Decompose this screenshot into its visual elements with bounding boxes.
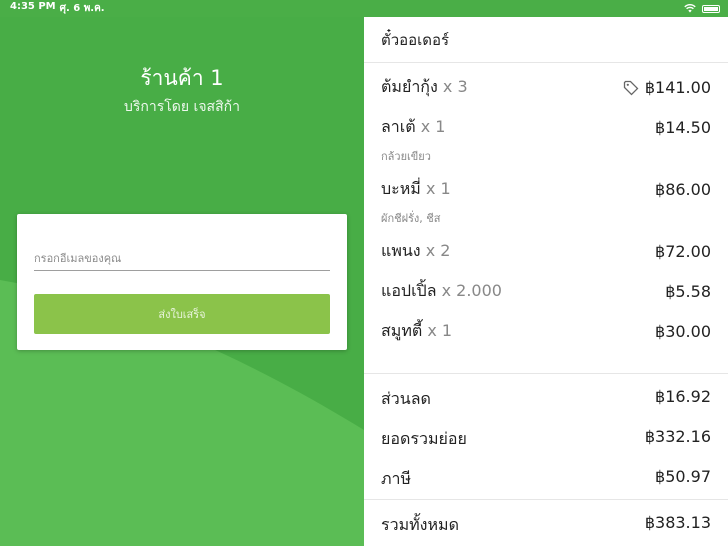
total-value: ฿383.13 — [644, 513, 711, 532]
store-subtitle: บริการโดย เจสสิก้า — [124, 99, 240, 115]
ticket-title: ตั๋วออเดอร์ — [364, 17, 728, 63]
order-item: แอปเปิ้ล x 2.000 ฿5.58 — [381, 279, 711, 304]
battery-icon — [702, 4, 720, 13]
item-price: ฿5.58 — [665, 282, 711, 301]
item-note: กล้วยเขียว — [381, 150, 431, 163]
item-qty: x 2 — [425, 241, 451, 260]
tax-label: ภาษี — [381, 469, 412, 488]
item-price: ฿86.00 — [655, 180, 711, 199]
send-receipt-button[interactable]: ส่งใบเสร็จ — [34, 294, 330, 334]
item-price: ฿72.00 — [655, 242, 711, 261]
item-price: ฿30.00 — [655, 322, 711, 341]
subtotal-value: ฿332.16 — [644, 427, 711, 446]
order-ticket-panel: ตั๋วออเดอร์ ต้มยำกุ้ง x 3 ฿141.00 ลาเต้ … — [364, 17, 728, 546]
discount-value: ฿16.92 — [655, 387, 711, 406]
item-qty: x 3 — [442, 77, 468, 96]
discount-label: ส่วนลด — [381, 389, 431, 408]
total-row: รวมทั้งหมด ฿383.13 — [381, 513, 711, 538]
tax-value: ฿50.97 — [655, 467, 711, 486]
receipt-card: ส่งใบเสร็จ — [17, 214, 347, 350]
discount-row: ส่วนลด ฿16.92 — [381, 387, 711, 412]
item-qty: x 1 — [420, 117, 446, 136]
customer-panel: ร้านค้า 1 บริการโดย เจสสิก้า ส่งใบเสร็จ — [0, 0, 364, 546]
item-name: แพนง — [381, 241, 421, 260]
item-name: แอปเปิ้ล — [381, 281, 437, 300]
subtotal-label: ยอดรวมย่อย — [381, 429, 467, 448]
status-date: ศุ. 6 พ.ค. — [59, 3, 105, 14]
item-note: ผักชีฝรั่ง, ชีส — [381, 212, 441, 225]
total-label: รวมทั้งหมด — [381, 515, 459, 534]
subtotal-row: ยอดรวมย่อย ฿332.16 — [381, 427, 711, 452]
item-price: ฿14.50 — [655, 118, 711, 137]
order-item: ต้มยำกุ้ง x 3 ฿141.00 — [381, 75, 711, 100]
order-item: ลาเต้ x 1 ฿14.50 กล้วยเขียว — [381, 115, 711, 165]
item-qty: x 1 — [425, 179, 451, 198]
item-name: ลาเต้ — [381, 117, 416, 136]
store-name: ร้านค้า 1 — [140, 66, 224, 90]
status-bar: 4:35 PM ศุ. 6 พ.ค. — [0, 0, 728, 17]
item-qty: x 1 — [427, 321, 453, 340]
item-price: ฿141.00 — [644, 78, 711, 97]
wifi-icon — [684, 4, 696, 13]
divider — [364, 499, 728, 500]
tax-row: ภาษี ฿50.97 — [381, 467, 711, 492]
item-name: บะหมี่ — [381, 179, 421, 198]
tag-icon — [623, 80, 639, 95]
email-input[interactable] — [34, 247, 330, 271]
item-name: สมูทตี้ — [381, 321, 423, 340]
item-qty: x 2.000 — [441, 281, 502, 300]
status-time: 4:35 PM — [10, 1, 56, 12]
item-name: ต้มยำกุ้ง — [381, 77, 438, 96]
order-item: แพนง x 2 ฿72.00 — [381, 239, 711, 264]
order-item: สมูทตี้ x 1 ฿30.00 — [381, 319, 711, 344]
divider — [364, 373, 728, 374]
order-item: บะหมี่ x 1 ฿86.00 ผักชีฝรั่ง, ชีส — [381, 177, 711, 227]
